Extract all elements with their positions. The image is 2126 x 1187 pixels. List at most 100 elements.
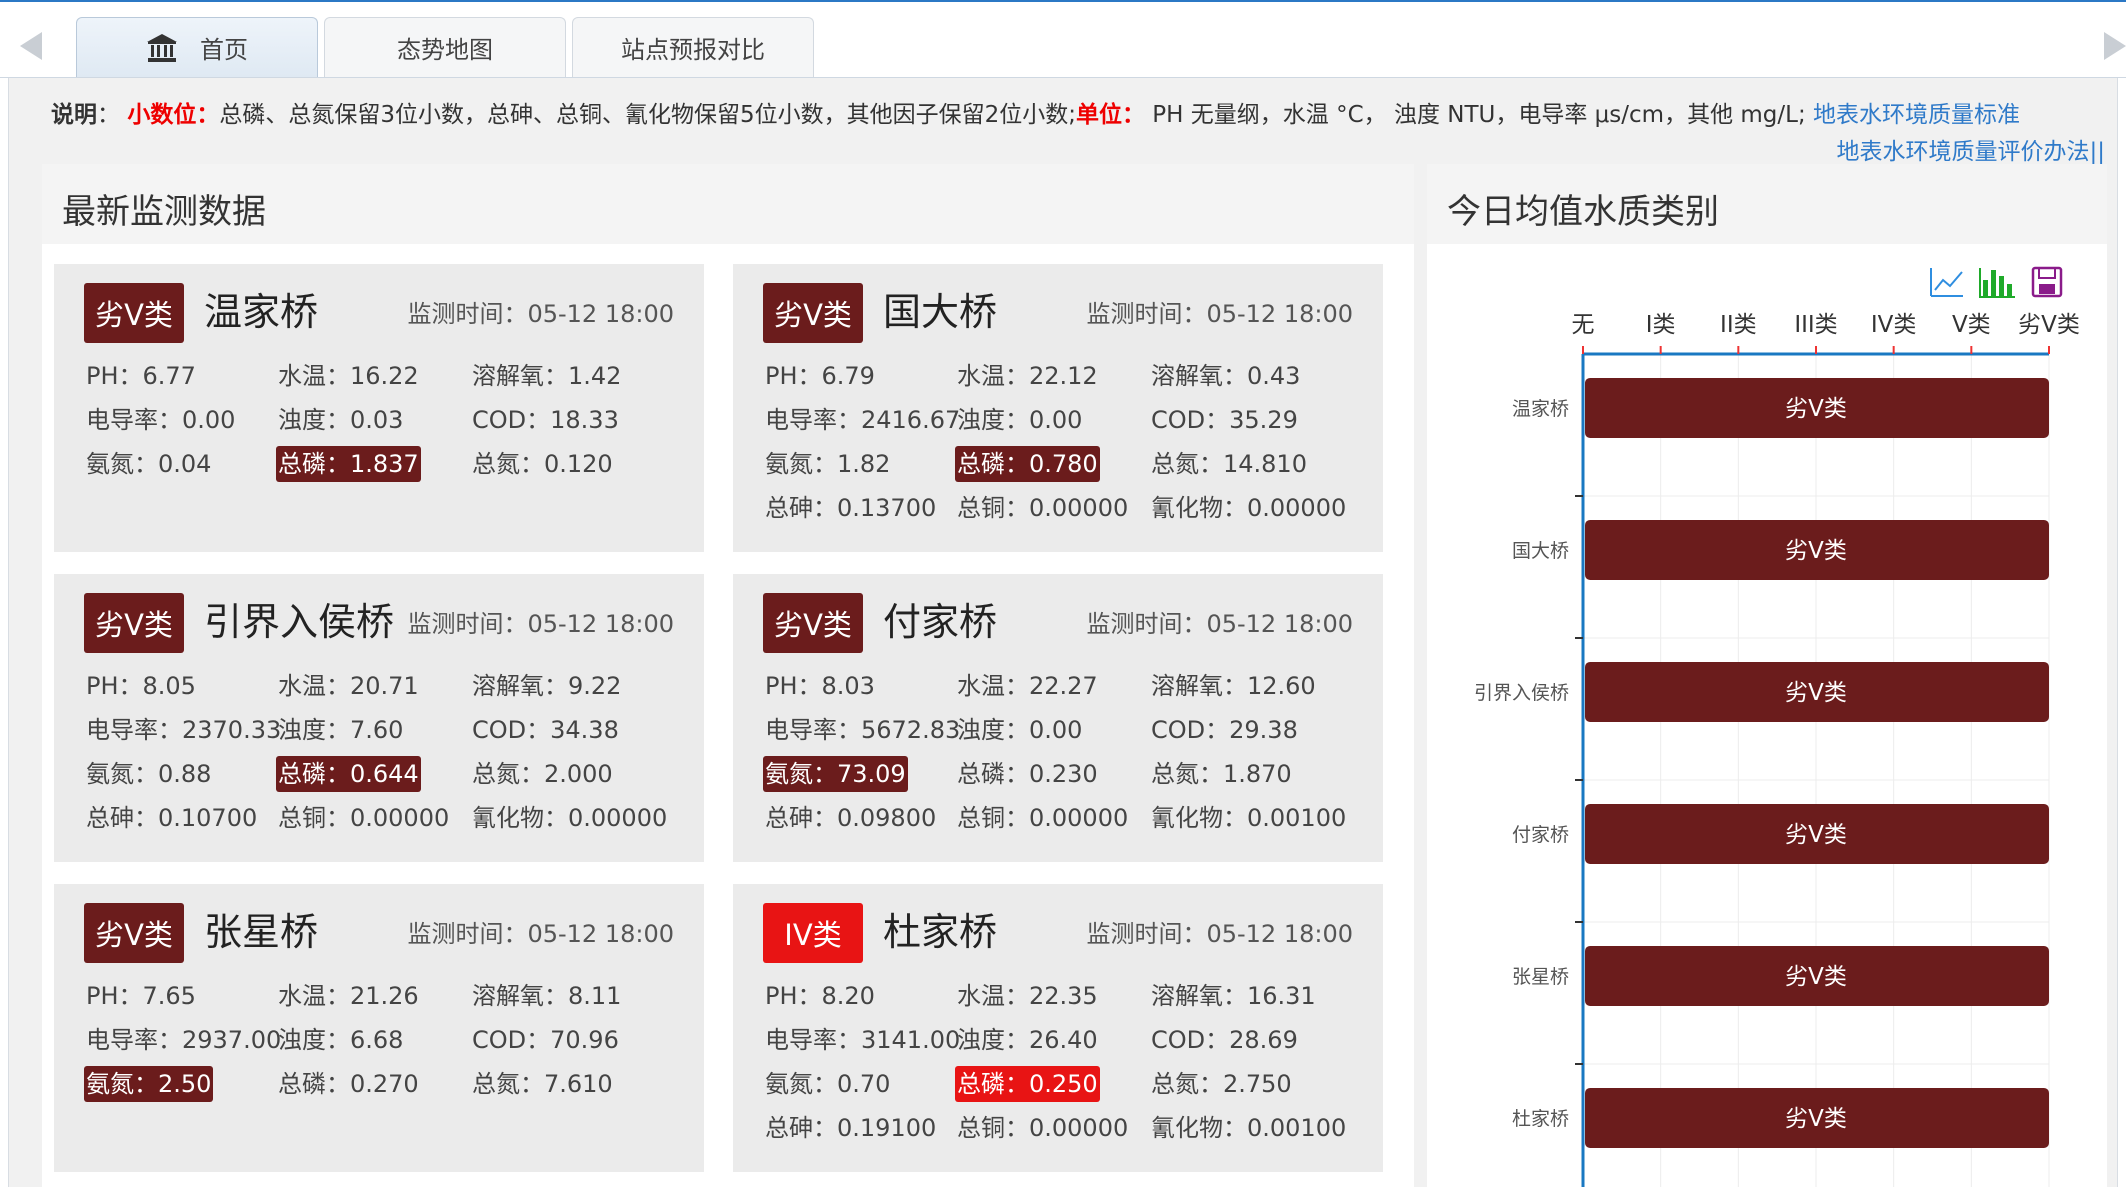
param-value: 溶解氧：12.60 (1151, 672, 1316, 700)
param-value: COD：70.96 (472, 1026, 619, 1054)
tab-bar: 首页 态势地图 站点预报对比 (0, 2, 2126, 78)
grade-badge: 劣V类 (763, 283, 863, 343)
bar-label: 劣V类 (1785, 964, 1847, 990)
monitor-time: 监测时间：05-12 18:00 (407, 610, 674, 638)
param-value: 水温：22.12 (957, 362, 1098, 390)
param-value: 总砷：0.10700 (86, 804, 258, 832)
param-value: COD：34.38 (472, 716, 619, 744)
bank-icon (147, 33, 177, 62)
param-value: 浊度：7.60 (278, 716, 404, 744)
station-card[interactable]: 劣V类 温家桥 监测时间：05-12 18:00 PH：6.77 水温：16.22 溶解氧… (54, 264, 704, 552)
y-tick-label: 温家桥 (1512, 398, 1569, 420)
param-value: 水温：20.71 (278, 672, 419, 700)
y-tick-label: 国大桥 (1512, 540, 1569, 562)
param-exceed: 总磷：0.780 (955, 446, 1100, 482)
param-exceed: 氨氮：2.50 (84, 1066, 214, 1102)
x-tick-label: IV类 (1871, 312, 1917, 338)
param-value: 总铜：0.00000 (957, 494, 1129, 522)
monitor-time: 监测时间：05-12 18:00 (407, 920, 674, 948)
bar-chart-icon[interactable] (1979, 268, 2015, 298)
station-card[interactable]: 劣V类 付家桥 监测时间：05-12 18:00 PH：8.03 水温：22.27 溶解氧… (733, 574, 1383, 862)
param-value: PH：8.20 (765, 982, 875, 1010)
station-name: 杜家桥 (883, 910, 998, 954)
param-value: 总砷：0.19100 (765, 1114, 937, 1142)
param-value: 水温：22.35 (957, 982, 1098, 1010)
decimals-text: 总磷、总氮保留3位小数，总砷、总铜、氰化物保留5位小数，其他因子保留2位小数; (219, 102, 1076, 128)
param-exceed: 总磷：0.250 (955, 1066, 1100, 1102)
grade-badge: IV类 (763, 903, 863, 963)
scroll-left-icon[interactable] (20, 32, 42, 60)
param-value: 溶解氧：9.22 (472, 672, 622, 700)
monitor-time: 监测时间：05-12 18:00 (1086, 920, 1353, 948)
param-value: 总磷：0.270 (278, 1070, 419, 1098)
evaluation-link[interactable]: 地表水环境质量评价办法|| (1837, 132, 2106, 166)
monitor-time: 监测时间：05-12 18:00 (1086, 300, 1353, 328)
main-content: 说明： 小数位：总磷、总氮保留3位小数，总砷、总铜、氰化物保留5位小数，其他因子… (8, 78, 2118, 1187)
param-value: 浊度：0.03 (278, 406, 404, 434)
grade-badge: 劣V类 (763, 593, 863, 653)
param-value: 电导率：3141.00 (765, 1026, 961, 1054)
param-value: 浊度：6.68 (278, 1026, 404, 1054)
save-icon[interactable] (2031, 266, 2063, 298)
param-value: 总氮：1.870 (1151, 760, 1292, 788)
station-card[interactable]: 劣V类 张星桥 监测时间：05-12 18:00 PH：7.65 水温：21.26 溶解氧… (54, 884, 704, 1172)
param-value: COD：29.38 (1151, 716, 1298, 744)
latest-monitoring-header: 最新监测数据 (42, 164, 1414, 244)
water-quality-panel: 今日均值水质类别 无 I类 II类 III类 IV类 V类 劣V类 温家桥 劣V类 国大桥 劣V类引… (1427, 164, 2107, 1187)
param-value: 电导率：5672.83 (765, 716, 961, 744)
unit-text: PH 无量纲，水温 °C， 浊度 NTU，电导率 μs/cm，其他 mg/L; (1152, 102, 1806, 128)
param-value: 总铜：0.00000 (278, 804, 450, 832)
standard-link[interactable]: 地表水环境质量标准 (1813, 102, 2020, 128)
line-chart-icon[interactable] (1930, 268, 1963, 297)
param-value: PH：6.77 (86, 362, 196, 390)
param-value: 氨氮：0.70 (765, 1070, 891, 1098)
param-value: PH：8.03 (765, 672, 875, 700)
monitor-time: 监测时间：05-12 18:00 (407, 300, 674, 328)
grade-badge: 劣V类 (84, 903, 184, 963)
param-value: 总氮：2.750 (1151, 1070, 1292, 1098)
param-exceed: 氨氮：73.09 (763, 756, 908, 792)
bar-label: 劣V类 (1785, 822, 1847, 848)
param-value: 氨氮：1.82 (765, 450, 891, 478)
station-card[interactable]: 劣V类 引界入侯桥 监测时间：05-12 18:00 PH：8.05 水温：20.71 溶… (54, 574, 704, 862)
param-value: 溶解氧：16.31 (1151, 982, 1316, 1010)
tab-home[interactable]: 首页 (76, 17, 318, 77)
param-value: 总磷：0.230 (957, 760, 1098, 788)
param-value: 水温：16.22 (278, 362, 419, 390)
station-name: 付家桥 (883, 600, 998, 644)
bar-label: 劣V类 (1785, 396, 1847, 422)
x-tick-label: V类 (1952, 312, 1991, 338)
param-value: 水温：21.26 (278, 982, 419, 1010)
param-value: PH：7.65 (86, 982, 196, 1010)
bar-label: 劣V类 (1785, 1106, 1847, 1132)
param-exceed: 总磷：1.837 (276, 446, 421, 482)
station-name: 温家桥 (204, 290, 319, 334)
x-tick-label: II类 (1720, 312, 1757, 338)
monitor-time: 监测时间：05-12 18:00 (1086, 610, 1353, 638)
scroll-right-icon[interactable] (2104, 32, 2126, 60)
param-value: 溶解氧：0.43 (1151, 362, 1301, 390)
x-tick-label: 劣V类 (2018, 312, 2080, 338)
y-tick-label: 付家桥 (1512, 824, 1569, 846)
station-card[interactable]: 劣V类 国大桥 监测时间：05-12 18:00 PH：6.79 水温：22.12 溶解氧… (733, 264, 1383, 552)
tab-station-forecast-label: 站点预报对比 (621, 36, 765, 64)
x-tick-label: I类 (1646, 312, 1676, 338)
notice-bar: 说明： 小数位：总磷、总氮保留3位小数，总砷、总铜、氰化物保留5位小数，其他因子… (51, 102, 2021, 128)
tab-situation-map[interactable]: 态势地图 (324, 17, 566, 77)
x-tick-label: 无 (1572, 312, 1595, 338)
param-value: 总氮：2.000 (472, 760, 613, 788)
station-card[interactable]: IV类 杜家桥 监测时间：05-12 18:00 PH：8.20 水温：22.35 溶解氧… (733, 884, 1383, 1172)
y-tick-label: 引界入侯桥 (1474, 682, 1569, 704)
water-quality-header: 今日均值水质类别 (1427, 164, 2107, 244)
param-value: 总砷：0.09800 (765, 804, 937, 832)
param-exceed: 总磷：0.644 (276, 756, 421, 792)
param-value: 总砷：0.13700 (765, 494, 937, 522)
param-value: 氰化物：0.00000 (472, 804, 668, 832)
param-value: 溶解氧：8.11 (472, 982, 622, 1010)
param-value: COD：18.33 (472, 406, 619, 434)
tab-station-forecast[interactable]: 站点预报对比 (572, 17, 814, 77)
y-tick-label: 杜家桥 (1512, 1108, 1569, 1130)
latest-monitoring-panel: 最新监测数据 劣V类 温家桥 监测时间：05-12 18:00 PH：6.77 水温：1… (42, 164, 1414, 1187)
param-value: 总氮：7.610 (472, 1070, 613, 1098)
param-value: PH：6.79 (765, 362, 875, 390)
